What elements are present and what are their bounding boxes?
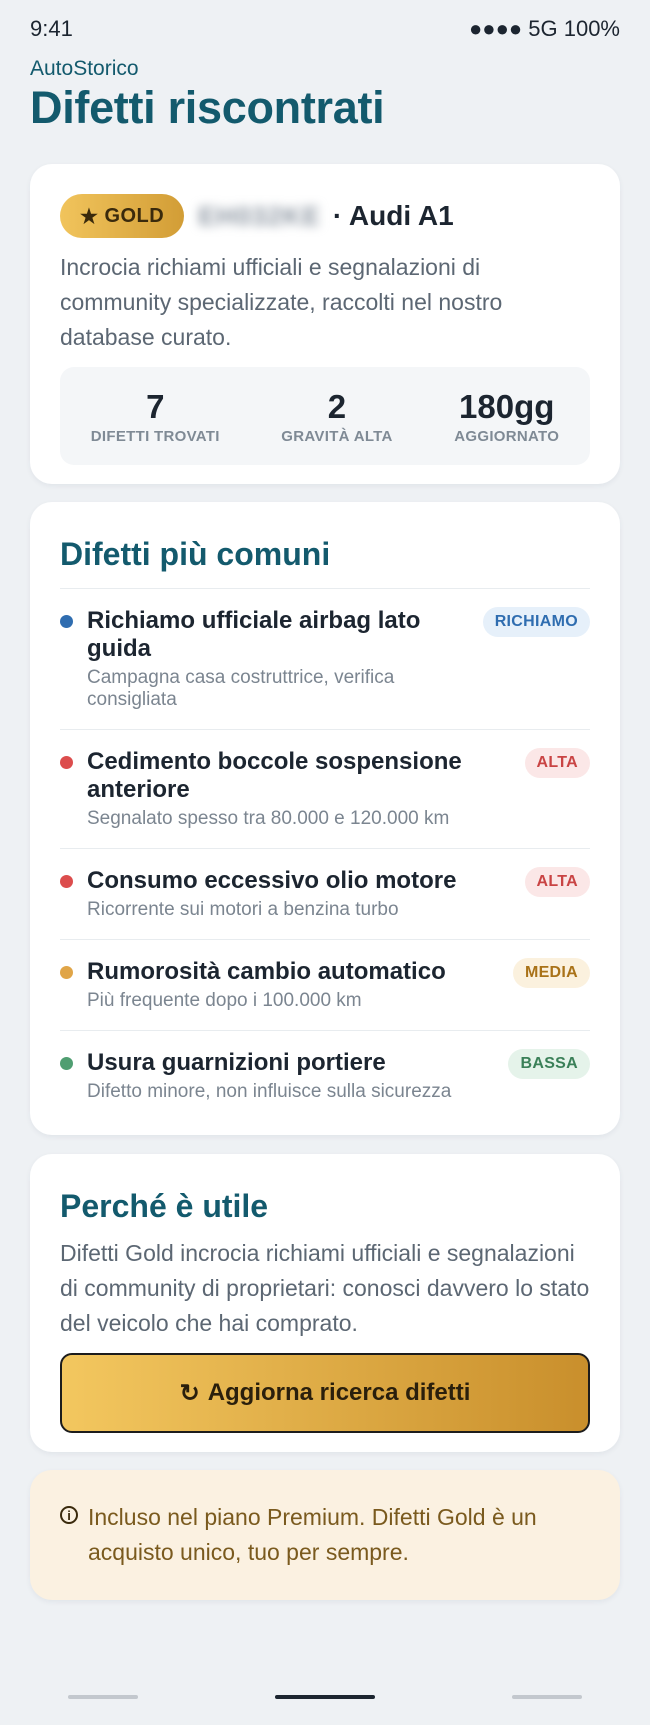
why-text: Difetti Gold incrocia richiami ufficiali… xyxy=(60,1240,590,1336)
status-time: 9:41 xyxy=(30,16,73,41)
refresh-icon: ↻ xyxy=(179,1379,200,1407)
stat-label: AGGIORNATO xyxy=(454,427,560,445)
why-title: Perché è utile xyxy=(60,1188,269,1224)
car-model: · Audi A1 xyxy=(332,200,454,231)
info-icon: i xyxy=(60,1506,78,1524)
defect-text: Rumorosità cambio automatico Più frequen… xyxy=(87,958,501,1012)
severity-dot xyxy=(60,756,73,769)
defect-text: Usura guarnizioni portiere Difetto minor… xyxy=(87,1049,496,1103)
stat-value: 7 xyxy=(146,387,165,425)
stat-label: GRAVITÀ ALTA xyxy=(281,427,393,445)
stat-defects-found: 7 DIFETTI TROVATI xyxy=(91,388,220,445)
list-item[interactable]: Rumorosità cambio automatico Più frequen… xyxy=(60,940,590,1031)
defect-text: Consumo eccessivo olio motore Ricorrente… xyxy=(87,867,513,921)
premium-info-card: i Incluso nel piano Premium. Difetti Gol… xyxy=(30,1470,620,1600)
defect-text: Richiamo ufficiale airbag lato guida Cam… xyxy=(87,607,471,711)
summary-description: Incrocia richiami ufficiali e segnalazio… xyxy=(60,254,503,350)
defect-subtitle: Segnalato spesso tra 80.000 e 120.000 km xyxy=(87,808,450,829)
defects-card: Difetti più comuni Richiamo ufficiale ai… xyxy=(30,502,620,1135)
info-row: i Incluso nel piano Premium. Difetti Gol… xyxy=(60,1500,590,1570)
summary-card: ★ GOLD EH032KE · Audi A1 Incrocia richia… xyxy=(30,164,620,484)
defect-subtitle: Più frequente dopo i 100.000 km xyxy=(87,990,362,1011)
severity-tag: RICHIAMO xyxy=(482,607,590,637)
license-plate: EH032KE xyxy=(198,200,321,231)
defect-subtitle: Ricorrente sui motori a benzina turbo xyxy=(87,899,399,920)
defect-title: Rumorosità cambio automatico xyxy=(87,958,446,985)
stats-panel: 7 DIFETTI TROVATI 2 GRAVITÀ ALTA 180gg A… xyxy=(60,367,590,465)
defects-title: Difetti più comuni xyxy=(60,536,331,572)
severity-tag: ALTA xyxy=(524,748,590,778)
list-item[interactable]: Richiamo ufficiale airbag lato guida Cam… xyxy=(60,589,590,730)
list-item[interactable]: Usura guarnizioni portiere Difetto minor… xyxy=(60,1031,590,1121)
severity-dot xyxy=(60,875,73,888)
severity-tag: MEDIA xyxy=(512,958,590,988)
severity-dot xyxy=(60,615,73,628)
stat-label: DIFETTI TROVATI xyxy=(90,427,220,445)
summary-header: ★ GOLD EH032KE · Audi A1 xyxy=(60,194,590,238)
defect-title: Usura guarnizioni portiere xyxy=(87,1049,386,1076)
defect-title: Richiamo ufficiale airbag lato guida xyxy=(87,607,421,662)
defect-list: Richiamo ufficiale airbag lato guida Cam… xyxy=(60,588,590,1121)
home-handle[interactable] xyxy=(275,1695,375,1699)
list-item[interactable]: Consumo eccessivo olio motore Ricorrente… xyxy=(60,849,590,940)
stat-value: 180gg xyxy=(459,387,555,425)
info-text: Incluso nel piano Premium. Difetti Gold … xyxy=(88,1504,537,1565)
severity-tag: ALTA xyxy=(524,867,590,897)
update-search-label: Aggiorna ricerca difetti xyxy=(207,1379,471,1406)
gold-badge-label: GOLD xyxy=(104,204,165,227)
severity-dot xyxy=(60,1057,73,1070)
nav-recents-handle[interactable] xyxy=(512,1695,582,1699)
status-indicators: ●●●● 5G 100% xyxy=(469,16,620,41)
defect-subtitle: Difetto minore, non influisce sulla sicu… xyxy=(87,1081,452,1102)
page-title: Difetti riscontrati xyxy=(30,82,385,133)
stat-updated: 180gg AGGIORNATO xyxy=(454,388,559,445)
update-search-button[interactable]: ↻ Aggiorna ricerca difetti xyxy=(60,1353,590,1433)
defect-text: Cedimento boccole sospensione anteriore … xyxy=(87,748,513,830)
nav-back-handle[interactable] xyxy=(68,1695,138,1699)
severity-dot xyxy=(60,966,73,979)
stat-high-severity: 2 GRAVITÀ ALTA xyxy=(281,388,392,445)
gold-badge: ★ GOLD xyxy=(60,194,185,238)
star-icon: ★ xyxy=(80,205,99,228)
home-indicator xyxy=(0,1695,650,1701)
defect-subtitle: Campagna casa costruttrice, verifica con… xyxy=(87,667,395,710)
defect-title: Cedimento boccole sospensione anteriore xyxy=(87,748,462,803)
app-brand: AutoStorico xyxy=(30,57,139,80)
stat-value: 2 xyxy=(327,387,347,425)
list-item[interactable]: Cedimento boccole sospensione anteriore … xyxy=(60,730,590,849)
severity-tag: BASSA xyxy=(508,1049,590,1079)
status-bar: 9:41 ●●●● 5G 100% xyxy=(30,14,620,44)
why-card: Perché è utile Difetti Gold incrocia ric… xyxy=(30,1154,620,1452)
defect-title: Consumo eccessivo olio motore xyxy=(87,867,457,894)
